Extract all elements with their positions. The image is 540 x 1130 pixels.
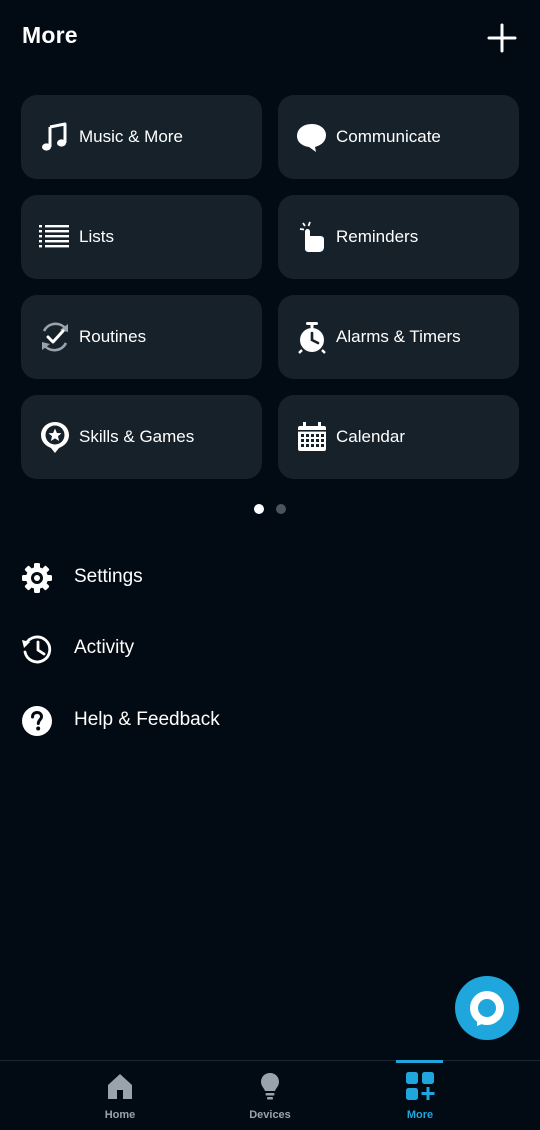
add-button[interactable]: [482, 18, 522, 58]
home-icon: [108, 1074, 132, 1099]
menu-item-settings[interactable]: Settings: [0, 549, 540, 605]
alexa-button[interactable]: [455, 976, 519, 1040]
list-icon: [39, 225, 69, 248]
tile-music-and-more[interactable]: Music & More: [21, 95, 262, 179]
nav-label: More: [406, 1109, 434, 1121]
tile-label: Reminders: [336, 227, 419, 246]
grid-plus-icon: [406, 1072, 435, 1100]
nav-item-home[interactable]: Home: [45, 1061, 195, 1130]
nav-label: Devices: [249, 1109, 291, 1121]
gear-icon: [22, 563, 52, 593]
page-title: More: [22, 22, 78, 48]
page-dot[interactable]: [276, 504, 286, 514]
tile-label: Communicate: [336, 127, 441, 146]
tile-label: Lists: [79, 227, 114, 246]
nav-item-more[interactable]: More: [345, 1061, 495, 1130]
tile-label: Routines: [79, 327, 147, 346]
header: More: [0, 0, 540, 76]
menu-label: Help & Feedback: [74, 709, 220, 730]
tile-reminders[interactable]: Reminders: [278, 195, 519, 279]
tile-communicate[interactable]: Communicate: [278, 95, 519, 179]
page-dot-active[interactable]: [254, 504, 264, 514]
tile-label: Skills & Games: [79, 427, 195, 446]
tile-label: Alarms & Timers: [336, 327, 461, 346]
tile-routines[interactable]: Routines: [21, 295, 262, 379]
tile-lists[interactable]: Lists: [21, 195, 262, 279]
menu-label: Activity: [74, 637, 135, 658]
question-icon: [22, 706, 52, 736]
tile-label: Music & More: [79, 127, 183, 146]
menu-item-activity[interactable]: Activity: [0, 620, 540, 676]
history-icon: [22, 635, 52, 664]
star-pin-icon: [41, 422, 69, 453]
nav-label: Home: [104, 1109, 136, 1121]
alarm-clock-icon: [298, 322, 326, 354]
bottom-nav: Home Devices More: [0, 1060, 540, 1130]
routine-check-icon: [42, 322, 68, 352]
tile-alarms-and-timers[interactable]: Alarms & Timers: [278, 295, 519, 379]
nav-item-devices[interactable]: Devices: [195, 1061, 345, 1130]
speech-bubble-icon: [297, 124, 326, 152]
alexa-ring-tail: [477, 1016, 487, 1026]
menu-label: Settings: [74, 566, 143, 587]
tile-skills-and-games[interactable]: Skills & Games: [21, 395, 262, 479]
calendar-icon: [298, 422, 326, 451]
hand-tap-icon: [299, 221, 324, 252]
music-note-icon: [42, 122, 67, 151]
menu-item-help-and-feedback[interactable]: Help & Feedback: [0, 692, 540, 748]
tile-label: Calendar: [336, 427, 405, 446]
tile-calendar[interactable]: Calendar: [278, 395, 519, 479]
lightbulb-icon: [261, 1073, 279, 1100]
plus-icon: [487, 23, 517, 53]
